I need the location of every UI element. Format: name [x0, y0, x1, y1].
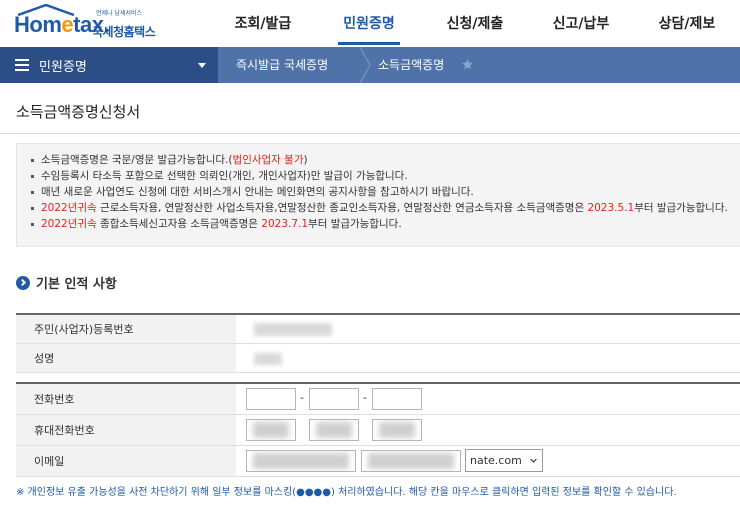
phone-part2-input[interactable] — [309, 388, 359, 410]
resident-number-value — [236, 315, 740, 343]
subnav-menu-label: 민원증명 — [39, 59, 87, 75]
email-id-input[interactable] — [246, 450, 356, 472]
phone-separator: - — [300, 391, 304, 404]
page-title: 소득금액증명신청서 — [16, 103, 141, 121]
notice-item: 매년 새로운 사업연도 신청에 대한 서비스개시 안내는 메인화면의 공지사항을… — [29, 184, 728, 200]
breadcrumb-instant-tax-certificate[interactable]: 즉시발급 국세증명 — [236, 47, 328, 83]
main-nav: 조회/발급 민원증명 신청/제출 신고/납부 상담/제보 — [210, 0, 740, 45]
table-row: 휴대전화번호 — [16, 415, 740, 446]
email-domain-input[interactable] — [361, 450, 461, 472]
table-row: 전화번호 - - — [16, 384, 740, 415]
nav-item-report-pay[interactable]: 신고/납부 — [528, 0, 634, 45]
section-heading: 기본 인적 사항 — [16, 273, 117, 292]
email-domain-select[interactable]: nate.com — [465, 449, 543, 472]
mobile-part3-input[interactable] — [372, 419, 422, 441]
notice-item: 2022년귀속 종합소득세신고자용 소득금액증명은 2023.7.1부터 발급가… — [29, 216, 728, 232]
site-header: Hometax. 언제나 납세서비스 국세청홈택스 조회/발급 민원증명 신청/… — [0, 0, 740, 45]
name-value — [236, 344, 740, 372]
table-row: 성명 — [16, 344, 740, 373]
table-row: 이메일 nate.com — [16, 446, 740, 477]
masking-footnote: ※ 개인정보 유출 가능성을 사전 차단하기 위해 일부 정보를 마스킹(●●●… — [16, 487, 677, 498]
email-domain-selected: nate.com — [470, 454, 522, 467]
notice-item: 2022년귀속 근로소득자용, 연말정산한 사업소득자용,연말정산한 종교인소득… — [29, 200, 728, 216]
table-row: 주민(사업자)등록번호 — [16, 315, 740, 344]
mobile-label: 휴대전화번호 — [16, 415, 236, 445]
email-inputs: nate.com — [236, 446, 740, 476]
notice-item: 수임등록시 타소득 포함으로 선택한 의뢰인(개인, 개인사업자)만 발급이 가… — [29, 168, 728, 184]
phone-part1-input[interactable] — [246, 388, 296, 410]
favorite-star-icon[interactable] — [461, 58, 474, 71]
breadcrumb-income-certificate[interactable]: 소득금액증명 — [378, 47, 444, 83]
nav-item-apply-submit[interactable]: 신청/제출 — [422, 0, 528, 45]
phone-separator: - — [363, 391, 367, 404]
phone-label: 전화번호 — [16, 384, 236, 414]
masked-value — [254, 353, 282, 365]
mobile-part1-input[interactable] — [246, 419, 296, 441]
section-title: 기본 인적 사항 — [36, 277, 117, 292]
resident-number-label: 주민(사업자)등록번호 — [16, 315, 236, 343]
chevron-down-icon — [530, 458, 537, 463]
logo-tagline: 언제나 납세서비스 — [96, 10, 143, 17]
basic-info-table: 주민(사업자)등록번호 성명 — [16, 313, 740, 373]
subnav-menu-button[interactable]: 민원증명 — [0, 47, 218, 83]
nav-item-consult-report[interactable]: 상담/제보 — [634, 0, 740, 45]
phone-inputs: - - — [236, 384, 740, 414]
hometax-logo[interactable]: Hometax. 언제나 납세서비스 국세청홈택스 — [14, 4, 204, 42]
breadcrumb-separator-icon — [359, 47, 371, 83]
logo-subtitle: 국세청홈택스 — [92, 25, 156, 39]
title-divider — [0, 133, 740, 134]
dropdown-arrow-icon — [198, 63, 206, 68]
phone-part3-input[interactable] — [372, 388, 422, 410]
contact-info-table: 전화번호 - - 휴대전화번호 이메일 nate.com — [16, 382, 740, 477]
notice-item: 소득금액증명은 국문/영문 발급가능합니다.(법인사업자 불가) — [29, 152, 728, 168]
hamburger-icon — [15, 59, 29, 71]
masked-value — [254, 323, 332, 336]
email-label: 이메일 — [16, 446, 236, 476]
mobile-inputs — [236, 415, 740, 445]
notice-box: 소득금액증명은 국문/영문 발급가능합니다.(법인사업자 불가) 수임등록시 타… — [16, 143, 740, 247]
nav-item-lookup-issue[interactable]: 조회/발급 — [210, 0, 316, 45]
section-arrow-icon — [16, 275, 30, 290]
mobile-part2-input[interactable] — [309, 419, 359, 441]
sub-navigation-bar: 민원증명 즉시발급 국세증명 소득금액증명 — [0, 47, 740, 83]
nav-item-civil-certificate[interactable]: 민원증명 — [316, 0, 422, 45]
name-label: 성명 — [16, 344, 236, 372]
